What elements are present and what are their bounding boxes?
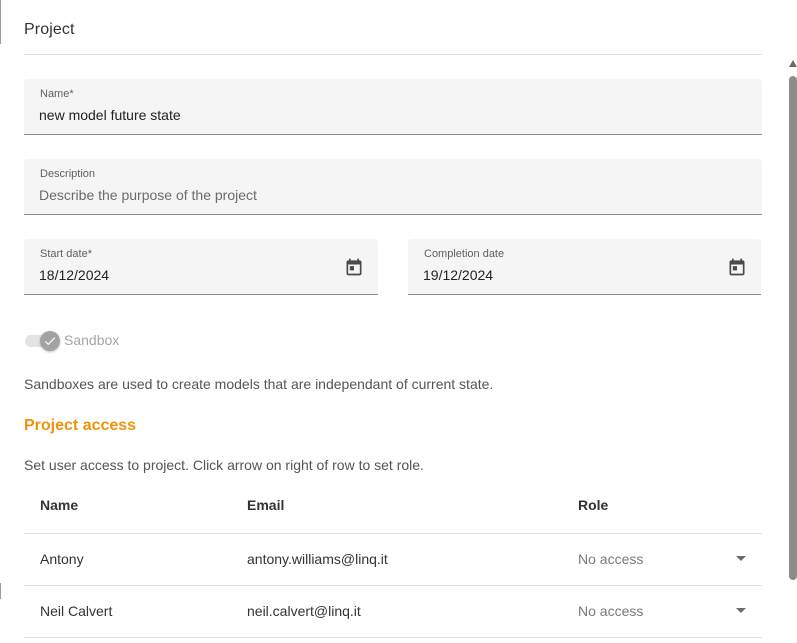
sandbox-toggle[interactable] — [25, 331, 61, 351]
user-email: neil.calvert@linq.it — [247, 603, 361, 619]
user-role[interactable]: No access — [578, 603, 643, 619]
start-date-field[interactable]: Start date* — [24, 239, 378, 295]
table-row[interactable]: Antony antony.williams@linq.it No access — [24, 533, 762, 585]
project-access-title: Project access — [24, 417, 137, 434]
calendar-icon[interactable] — [344, 256, 364, 278]
dialog-left-edge-lower — [0, 583, 1, 599]
column-header-role: Role — [578, 497, 609, 513]
name-field-label: Name* — [40, 88, 74, 100]
user-name: Antony — [40, 551, 84, 567]
description-field[interactable]: Description — [24, 159, 762, 215]
description-input[interactable] — [39, 185, 717, 205]
table-row[interactable]: Neil Calvert neil.calvert@linq.it No acc… — [24, 585, 762, 637]
role-dropdown-arrow-icon[interactable] — [736, 608, 746, 613]
toggle-thumb — [40, 331, 60, 351]
role-dropdown-arrow-icon[interactable] — [736, 556, 746, 561]
check-icon — [44, 337, 56, 346]
project-dialog: Project Name* Description Start date* Co… — [0, 0, 797, 643]
sandbox-label: Sandbox — [64, 332, 120, 348]
sandbox-helper-text: Sandboxes are used to create models that… — [24, 376, 494, 392]
calendar-icon[interactable] — [727, 256, 747, 278]
completion-date-label: Completion date — [424, 248, 505, 260]
start-date-label: Start date* — [40, 248, 92, 260]
header-divider — [24, 54, 762, 55]
completion-date-field[interactable]: Completion date — [408, 239, 761, 295]
user-name: Neil Calvert — [40, 603, 113, 619]
scroll-up-arrow-icon[interactable] — [789, 60, 797, 67]
user-email: antony.williams@linq.it — [247, 551, 388, 567]
page-title: Project — [24, 21, 75, 38]
column-header-name: Name — [40, 497, 79, 513]
column-header-email: Email — [247, 497, 285, 513]
start-date-input[interactable] — [39, 265, 333, 285]
description-field-label: Description — [40, 168, 96, 180]
table-row-partial — [24, 637, 762, 643]
name-input[interactable] — [39, 105, 717, 125]
name-field[interactable]: Name* — [24, 79, 762, 135]
completion-date-input[interactable] — [423, 265, 716, 285]
project-access-helper-text: Set user access to project. Click arrow … — [24, 457, 424, 473]
user-role[interactable]: No access — [578, 551, 643, 567]
dialog-left-edge — [0, 0, 1, 44]
scrollbar-thumb[interactable] — [789, 76, 797, 580]
